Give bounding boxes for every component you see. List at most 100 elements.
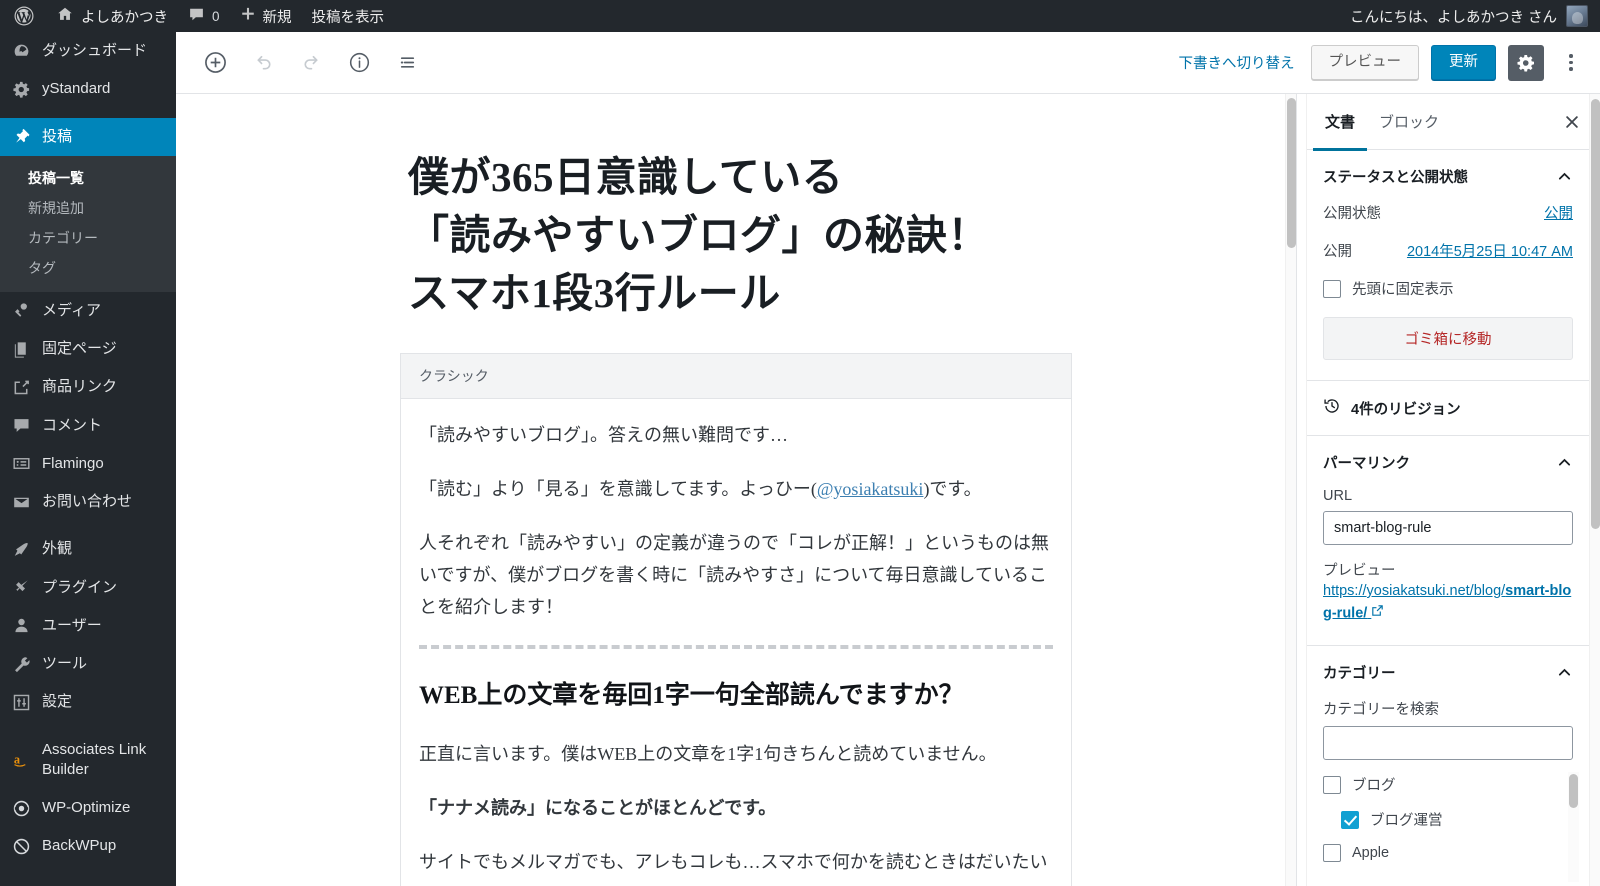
- more-menu-button[interactable]: [1556, 45, 1586, 81]
- categories-panel: カテゴリー カテゴリーを検索 ブログ ブログ運営 Apple: [1307, 646, 1589, 886]
- status-visibility-panel: ステータスと公開状態 公開状態 公開 公開 2014年5月25日 10:47 A…: [1307, 150, 1589, 381]
- visibility-label: 公開状態: [1323, 206, 1381, 222]
- classic-block-label: クラシック: [401, 353, 1071, 399]
- view-post-link[interactable]: 投稿を表示: [302, 0, 395, 32]
- plugin-icon: [12, 578, 31, 597]
- category-item-blog[interactable]: ブログ: [1323, 774, 1573, 795]
- sidebar-item-flamingo[interactable]: Flamingo: [0, 445, 176, 483]
- revision-clock-icon: [1323, 397, 1341, 419]
- sidebar-item-users[interactable]: ユーザー: [0, 607, 176, 645]
- submenu-item-tags[interactable]: タグ: [0, 253, 176, 283]
- sidebar-item-comments[interactable]: コメント: [0, 407, 176, 445]
- twitter-handle-link[interactable]: @yosiakatsuki: [817, 479, 924, 499]
- settings-tabs: 文書 ブロック: [1307, 94, 1589, 151]
- admin-bar-left: よしあかつき 0 新規 投稿を表示: [0, 0, 394, 32]
- category-checkbox[interactable]: [1323, 844, 1341, 863]
- sidebar-item-appearance[interactable]: 外観: [0, 530, 176, 568]
- category-item-blog-management[interactable]: ブログ運営: [1323, 809, 1573, 830]
- home-icon: [56, 5, 74, 27]
- status-panel-title: ステータスと公開状態: [1323, 170, 1468, 186]
- paragraph-2: 「読む」より「見る」を意識してます。よっひー(@yosiakatsuki)です。: [419, 473, 1053, 505]
- sidebar-item-label: 外観: [42, 540, 73, 558]
- comment-bubble-icon: [188, 6, 205, 27]
- permalink-panel-header[interactable]: パーマリンク: [1323, 452, 1573, 473]
- sticky-post-row[interactable]: 先頭に固定表示: [1323, 278, 1573, 299]
- settings-icon: [12, 693, 31, 712]
- paragraph-4: 正直に言います。僕はWEB上の文章を1字1句きちんと読めていません。: [419, 744, 997, 765]
- settings-scrollbar-thumb[interactable]: [1591, 99, 1600, 529]
- sidebar-item-tools[interactable]: ツール: [0, 645, 176, 683]
- tab-block[interactable]: ブロック: [1367, 94, 1451, 150]
- canvas-scrollbar-thumb[interactable]: [1287, 98, 1296, 248]
- permalink-preview-link[interactable]: https://yosiakatsuki.net/blog/smart-blog…: [1323, 581, 1573, 625]
- dashed-divider: [419, 644, 1053, 649]
- paragraph-1: 「読みやすいブログ」。答えの無い難問です…: [419, 424, 788, 445]
- publish-date-button[interactable]: 2014年5月25日 10:47 AM: [1407, 240, 1573, 261]
- visibility-row: 公開状態 公開: [1323, 202, 1573, 223]
- sidebar-item-associates-link-builder[interactable]: a Associates Link Builder: [0, 731, 176, 790]
- classic-block[interactable]: クラシック 「読みやすいブログ」。答えの無い難問です… 「読む」より「見る」を意…: [400, 352, 1072, 886]
- editor-header: 下書きへ切り替え プレビュー 更新: [176, 32, 1600, 94]
- category-checkbox[interactable]: [1341, 810, 1359, 829]
- new-content-menu[interactable]: 新規: [230, 0, 302, 32]
- sidebar-item-contact[interactable]: お問い合わせ: [0, 483, 176, 521]
- tab-document[interactable]: 文書: [1313, 94, 1368, 151]
- categories-panel-header[interactable]: カテゴリー: [1323, 662, 1573, 683]
- sidebar-item-backwpup[interactable]: BackWPup: [0, 827, 176, 865]
- add-block-button[interactable]: [198, 46, 232, 80]
- editor-canvas: 僕が365日意識している 「読みやすいブログ」の秘訣！ スマホ1段3行ルール ク…: [176, 94, 1296, 886]
- canvas-scrollbar-track[interactable]: [1285, 94, 1296, 886]
- category-search-input[interactable]: [1323, 726, 1573, 761]
- redo-button[interactable]: [294, 46, 328, 80]
- sidebar-item-posts[interactable]: 投稿: [0, 117, 176, 156]
- pin-icon: [12, 127, 31, 146]
- revisions-row[interactable]: 4件のリビジョン: [1307, 381, 1589, 436]
- sidebar-item-product-link[interactable]: 商品リンク: [0, 368, 176, 406]
- comments-menu[interactable]: 0: [178, 0, 230, 32]
- sidebar-item-media[interactable]: メディア: [0, 292, 176, 330]
- category-list-scrollbar-thumb[interactable]: [1569, 774, 1578, 809]
- category-item-apple[interactable]: Apple: [1323, 844, 1573, 863]
- wordpress-logo-menu[interactable]: [0, 0, 46, 32]
- post-title-line-1: 僕が365日意識している: [408, 154, 844, 200]
- block-navigation-button[interactable]: [390, 46, 424, 80]
- visibility-value-button[interactable]: 公開: [1544, 202, 1573, 223]
- amazon-icon: a: [12, 750, 31, 769]
- settings-scrollbar-track[interactable]: [1589, 94, 1600, 886]
- category-checkbox[interactable]: [1323, 775, 1341, 794]
- site-name-menu[interactable]: よしあかつき: [46, 0, 178, 32]
- url-slug-input[interactable]: [1323, 511, 1573, 545]
- sidebar-item-label: プラグイン: [42, 578, 118, 596]
- post-title[interactable]: 僕が365日意識している 「読みやすいブログ」の秘訣！ スマホ1段3行ルール: [408, 148, 1064, 323]
- status-panel-header[interactable]: ステータスと公開状態: [1323, 166, 1573, 187]
- sidebar-item-dashboard[interactable]: ダッシュボード: [0, 32, 176, 70]
- publish-label: 公開: [1323, 244, 1352, 260]
- sidebar-item-settings[interactable]: 設定: [0, 683, 176, 721]
- submenu-item-categories[interactable]: カテゴリー: [0, 223, 176, 253]
- settings-scroll-area: 文書 ブロック ステータスと公開状態 公開状態 公開 公開 2014年5月25日…: [1307, 94, 1589, 886]
- sidebar-item-wp-optimize[interactable]: WP-Optimize: [0, 789, 176, 827]
- sidebar-item-ystandard[interactable]: yStandard: [0, 70, 176, 108]
- admin-bar-account[interactable]: こんにちは、よしあかつき さん: [1350, 0, 1600, 32]
- sidebar-item-label: ダッシュボード: [42, 42, 148, 59]
- move-to-trash-button[interactable]: ゴミ箱に移動: [1323, 317, 1573, 360]
- external-link-icon: [1371, 603, 1384, 625]
- close-sidebar-button[interactable]: [1563, 113, 1581, 131]
- switch-to-draft-button[interactable]: 下書きへ切り替え: [1175, 46, 1299, 79]
- submenu-item-all-posts[interactable]: 投稿一覧: [0, 163, 176, 193]
- submenu-item-add-new[interactable]: 新規追加: [0, 193, 176, 223]
- sidebar-item-pages[interactable]: 固定ページ: [0, 330, 176, 368]
- editor-header-actions: 下書きへ切り替え プレビュー 更新: [1175, 44, 1600, 81]
- category-search-label: カテゴリーを検索: [1323, 702, 1439, 719]
- update-button[interactable]: 更新: [1431, 44, 1496, 81]
- category-list-scrollbar-track[interactable]: [1568, 772, 1579, 883]
- undo-button[interactable]: [246, 46, 280, 80]
- sidebar-item-plugins[interactable]: プラグイン: [0, 569, 176, 607]
- menu-separator-3: [0, 722, 176, 731]
- classic-block-content[interactable]: 「読みやすいブログ」。答えの無い難問です… 「読む」より「見る」を意識してます。…: [401, 399, 1071, 879]
- sidebar-item-label: Flamingo: [42, 454, 104, 472]
- sticky-post-checkbox[interactable]: [1323, 279, 1341, 298]
- content-info-button[interactable]: [342, 46, 376, 80]
- settings-gear-button[interactable]: [1508, 44, 1544, 81]
- preview-button[interactable]: プレビュー: [1310, 44, 1419, 81]
